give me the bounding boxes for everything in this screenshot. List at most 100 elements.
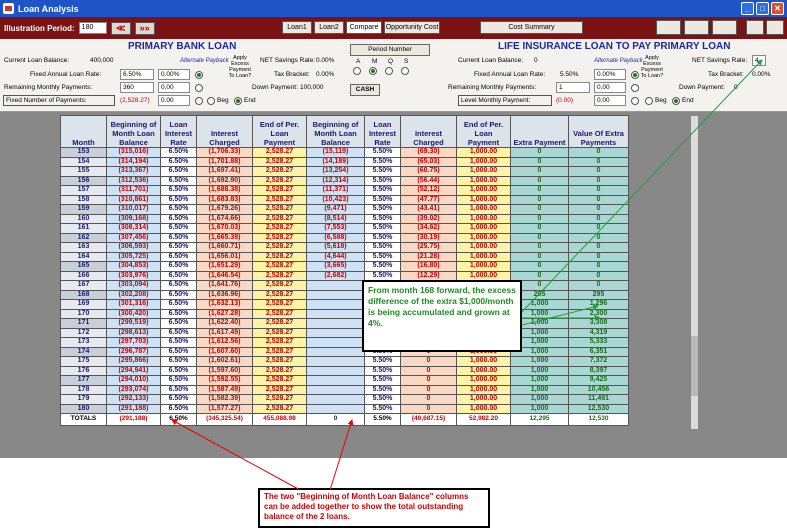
- bank-remaining[interactable]: 360: [120, 82, 154, 93]
- scrollbar-thumb[interactable]: [691, 336, 698, 396]
- period-input[interactable]: 180: [78, 22, 107, 34]
- table-cell: 0: [510, 261, 569, 272]
- life-apply-radio[interactable]: [631, 71, 639, 79]
- life-down-payment-label: Down Payment:: [679, 84, 725, 91]
- life-loan-balance[interactable]: 0: [534, 57, 538, 64]
- table-cell: 12,530: [568, 403, 629, 414]
- vertical-scrollbar[interactable]: [690, 115, 699, 430]
- minimize-icon[interactable]: _: [741, 2, 754, 15]
- life-remaining-radio[interactable]: [631, 84, 639, 92]
- life-fixed-rate-label: Fixed Annual Loan Rate:: [474, 71, 546, 78]
- life-beg-radio[interactable]: [645, 97, 653, 105]
- bank-alt-fixed[interactable]: 0.00: [158, 95, 190, 106]
- bar-chart-icon[interactable]: [684, 20, 709, 35]
- bank-fixed-rate[interactable]: 6.50%: [120, 69, 154, 80]
- table-cell: (313,367): [106, 166, 161, 177]
- table-row: 172 (298,613) 6.50% (1,617.49) 2,528.27 1,000…: [60, 327, 629, 338]
- bank-apply-radio[interactable]: [195, 71, 203, 79]
- table-cell: (1,692.90): [196, 175, 253, 186]
- table-cell: 6.50%: [160, 242, 197, 253]
- bank-beg-radio[interactable]: [207, 97, 215, 105]
- table-row: 153 (315,016) 6.50% (1,706.33) 2,528.27 (15,1…: [60, 147, 629, 158]
- close-icon[interactable]: ✕: [771, 2, 784, 15]
- bank-end-radio[interactable]: [234, 97, 242, 105]
- bank-apply-excess: Apply Excess Payment To Loan?: [228, 55, 252, 79]
- period-radio-s[interactable]: [401, 67, 409, 75]
- table-cell: 2,528.27: [252, 280, 307, 291]
- table-cell: 6.50%: [160, 403, 197, 414]
- bank-fixed-number[interactable]: (2,528.27): [120, 97, 150, 104]
- table-view-icon[interactable]: [656, 20, 681, 35]
- tab-loan2[interactable]: Loan2: [314, 21, 344, 34]
- month-cell: 156: [60, 175, 107, 186]
- month-cell: 172: [60, 327, 107, 338]
- life-level-label[interactable]: Level Monthly Payment:: [458, 95, 552, 106]
- period-radio-m[interactable]: [369, 67, 377, 75]
- table-cell: (5,618): [306, 242, 365, 253]
- life-remaining[interactable]: 1: [556, 82, 590, 93]
- table-cell: (1,582.39): [196, 394, 253, 405]
- col-header-bank-rate: Loan Interest Rate: [160, 115, 197, 148]
- table-cell: 1,000: [510, 403, 569, 414]
- table-cell: [306, 356, 365, 367]
- table-cell: (1,683.83): [196, 194, 253, 205]
- table-cell: (1,706.33): [196, 147, 253, 158]
- life-level-radio[interactable]: [631, 97, 639, 105]
- table-row: 173 (297,703) 6.50% (1,612.56) 2,528.27 1,000…: [60, 337, 629, 348]
- settings-icon[interactable]: [766, 20, 784, 35]
- bank-tax[interactable]: 0.00%: [316, 71, 334, 78]
- table-cell: 0: [568, 194, 629, 205]
- bank-alt-remaining[interactable]: 0.00: [158, 82, 190, 93]
- table-cell: (304,853): [106, 261, 161, 272]
- table-cell: 0: [568, 204, 629, 215]
- refresh-icon[interactable]: [746, 20, 764, 35]
- tab-opportunity-cost[interactable]: Opportunity Cost: [384, 21, 440, 34]
- life-level[interactable]: (0.00): [556, 97, 573, 104]
- table-cell: (296,787): [106, 346, 161, 357]
- period-radio-a[interactable]: [353, 67, 361, 75]
- table-cell: (299,519): [106, 318, 161, 329]
- prev-button[interactable]: ≪: [110, 21, 131, 35]
- table-cell: 0: [568, 156, 629, 167]
- tab-cost-summary[interactable]: Cost Summary: [480, 21, 583, 34]
- month-cell: 174: [60, 346, 107, 357]
- cash-button[interactable]: CASH: [350, 84, 380, 96]
- table-cell: 0: [568, 185, 629, 196]
- bank-remaining-radio[interactable]: [195, 84, 203, 92]
- table-cell: (294,010): [106, 375, 161, 386]
- bank-loan-balance[interactable]: 400,000: [90, 57, 114, 64]
- bank-alt-rate[interactable]: 0.00%: [158, 69, 190, 80]
- table-cell: 5,333: [568, 337, 629, 348]
- tab-loan1[interactable]: Loan1: [282, 21, 312, 34]
- bank-fixed-radio[interactable]: [195, 97, 203, 105]
- table-cell: 2,528.27: [252, 175, 307, 186]
- table-header-row: Month Beginning of Month Loan Balance Lo…: [60, 115, 629, 148]
- life-alt-rate[interactable]: 0.00%: [594, 69, 626, 80]
- table-row: 175 (295,866) 6.50% (1,602.61) 2,528.27 5.50%…: [60, 356, 629, 367]
- table-row: 170 (300,420) 6.50% (1,627.28) 2,528.27 1,000…: [60, 308, 629, 319]
- bank-fixed-number-label[interactable]: Fixed Number of Payments:: [3, 95, 115, 106]
- table-row: 171 (299,519) 6.50% (1,622.40) 2,528.27 1,000…: [60, 318, 629, 329]
- table-cell: (1,665.39): [196, 232, 253, 243]
- tab-compare[interactable]: Compare: [346, 21, 382, 34]
- bank-down-payment[interactable]: 100,000: [300, 84, 324, 91]
- life-alt-level[interactable]: 0.00: [594, 95, 626, 106]
- life-alt-remaining[interactable]: 0.00: [594, 82, 626, 93]
- period-number-button[interactable]: Period Number: [350, 44, 430, 56]
- table-cell: 1,000: [510, 375, 569, 386]
- table-cell: (1,632.13): [196, 299, 253, 310]
- maximize-icon[interactable]: □: [756, 2, 769, 15]
- life-down-payment[interactable]: 0: [734, 84, 738, 91]
- life-tax[interactable]: 0.00%: [752, 71, 770, 78]
- life-end-radio[interactable]: [672, 97, 680, 105]
- life-net-savings[interactable]: 4: [752, 55, 766, 66]
- bank-net-savings[interactable]: 0.00%: [316, 57, 334, 64]
- table-cell: (1,577.27): [196, 403, 253, 414]
- period-radio-q[interactable]: [385, 67, 393, 75]
- table-cell: (3,665): [306, 261, 365, 272]
- next-button[interactable]: »»: [134, 21, 155, 35]
- month-cell: 177: [60, 375, 107, 386]
- life-fixed-rate[interactable]: 5.50%: [560, 71, 578, 78]
- table-cell: 2,528.27: [252, 375, 307, 386]
- line-chart-icon[interactable]: [712, 20, 737, 35]
